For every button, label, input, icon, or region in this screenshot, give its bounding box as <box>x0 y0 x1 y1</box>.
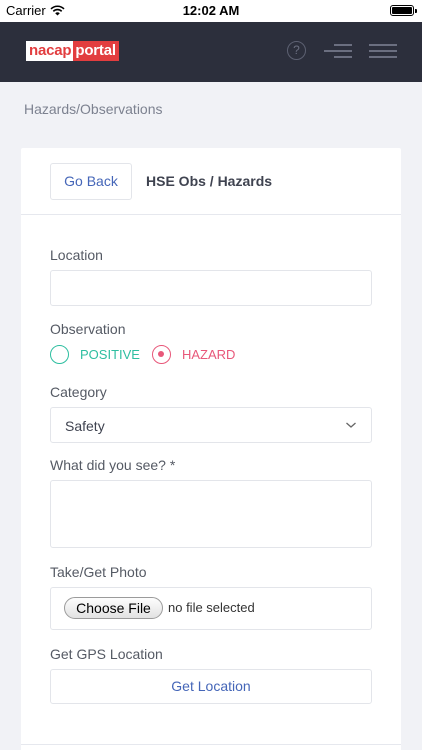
status-time: 12:02 AM <box>182 3 240 18</box>
gps-label: Get GPS Location <box>50 646 163 662</box>
help-icon[interactable]: ? <box>287 41 306 60</box>
logo-part-portal: portal <box>73 41 119 61</box>
menu-icon[interactable] <box>324 43 352 59</box>
logo-part-nacap: nacap <box>26 41 74 61</box>
file-status-text: no file selected <box>168 600 255 615</box>
location-input[interactable] <box>50 270 372 306</box>
positive-radio[interactable] <box>50 345 69 364</box>
app-header: nacap portal ? <box>0 22 422 82</box>
hamburger-menu-icon[interactable] <box>369 43 397 59</box>
hazard-radio-label[interactable]: HAZARD <box>182 347 235 362</box>
battery-icon <box>390 5 417 16</box>
get-location-button[interactable]: Get Location <box>50 669 372 704</box>
what-did-you-see-textarea[interactable] <box>50 480 372 548</box>
hazard-radio[interactable] <box>152 345 171 364</box>
status-bar: Carrier 12:02 AM <box>0 0 422 22</box>
app-logo[interactable]: nacap portal <box>26 41 119 61</box>
choose-file-button[interactable]: Choose File <box>64 597 163 619</box>
go-back-button[interactable]: Go Back <box>50 163 132 200</box>
positive-radio-label[interactable]: POSITIVE <box>80 347 140 362</box>
category-label: Category <box>50 384 107 400</box>
breadcrumb: Hazards/Observations <box>24 101 163 117</box>
form-card: Go Back HSE Obs / Hazards Location Obser… <box>21 148 401 750</box>
location-label: Location <box>50 247 103 263</box>
observation-label: Observation <box>50 321 126 337</box>
chevron-down-icon <box>346 422 356 428</box>
photo-file-input[interactable]: Choose File no file selected <box>50 587 372 630</box>
photo-label: Take/Get Photo <box>50 564 147 580</box>
category-select[interactable]: Safety <box>50 407 372 443</box>
divider <box>21 744 401 745</box>
page-title: HSE Obs / Hazards <box>146 173 273 189</box>
card-header: Go Back HSE Obs / Hazards <box>21 148 401 215</box>
what-did-you-see-label: What did you see? * <box>50 457 176 473</box>
category-selected-value: Safety <box>65 418 105 434</box>
